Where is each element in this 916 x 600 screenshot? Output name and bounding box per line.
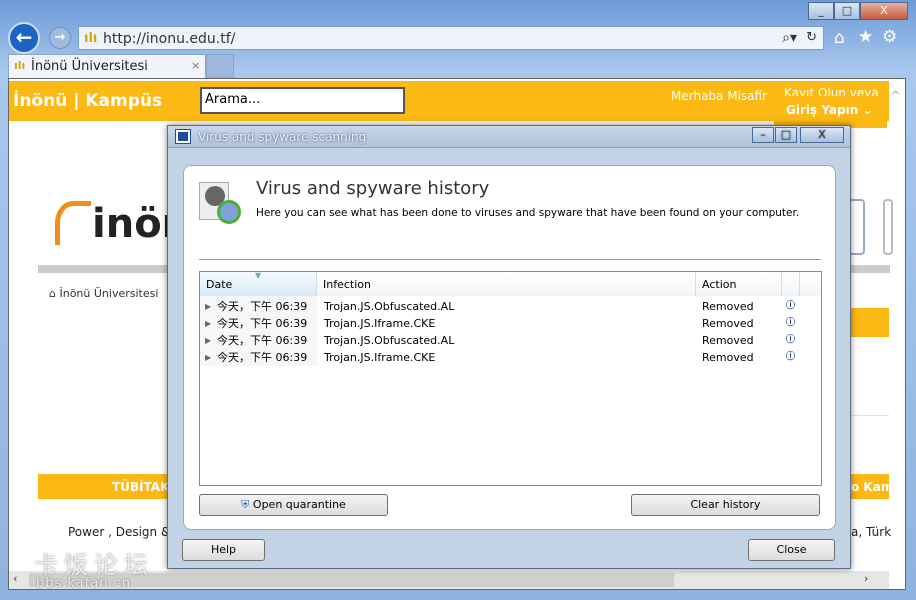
refresh-icon[interactable]: ↻ xyxy=(806,30,817,45)
search-input[interactable]: Arama... xyxy=(200,87,405,114)
expand-arrow-icon[interactable]: ▶ xyxy=(205,349,211,366)
row-action: Removed xyxy=(702,317,754,330)
greeting-text: Merhaba Misafir xyxy=(671,89,767,103)
history-panel: Virus and spyware history Here you can s… xyxy=(183,165,836,530)
info-icon[interactable]: ⓘ xyxy=(786,315,795,332)
row-date: 今天，下午 06:39 xyxy=(217,317,308,330)
forward-button[interactable]: → xyxy=(49,27,71,49)
column-date-label: Date xyxy=(206,278,233,291)
row-infection: Trojan.JS.Obfuscated.AL xyxy=(324,334,455,347)
login-button[interactable]: Giriş Yapın ⌄ xyxy=(774,96,887,128)
login-label: Giriş Yapın xyxy=(786,103,859,117)
history-row[interactable]: ▶ 今天，下午 06:39 Trojan.JS.Iframe.CKE Remov… xyxy=(200,349,820,366)
separator xyxy=(199,259,821,260)
footer-address: a, Türk xyxy=(851,525,891,539)
row-infection: Trojan.JS.Iframe.CKE xyxy=(324,351,436,364)
dialog-close-button[interactable]: X xyxy=(800,127,844,143)
scroll-right-arrow[interactable]: › xyxy=(864,572,868,585)
column-infection-label: Infection xyxy=(323,278,371,291)
dialog-description: Here you can see what has been done to v… xyxy=(256,207,800,219)
column-infection[interactable]: Infection xyxy=(317,272,696,296)
uac-shield-icon: ⛨ xyxy=(241,498,250,511)
dialog-heading: Virus and spyware history xyxy=(256,178,490,199)
clear-history-button[interactable]: Clear history xyxy=(631,494,820,516)
breadcrumb[interactable]: ⌂ İnönü Üniversitesi xyxy=(49,287,158,300)
address-bar[interactable]: ılı http://inonu.edu.tf/ ⌕▾ ↻ xyxy=(78,26,824,50)
history-row[interactable]: ▶ 今天，下午 06:39 Trojan.JS.Iframe.CKE Remov… xyxy=(200,315,820,332)
expand-arrow-icon[interactable]: ▶ xyxy=(205,298,211,315)
open-quarantine-button[interactable]: ⛨ Open quarantine xyxy=(199,494,388,516)
dialog-minimize-button[interactable]: – xyxy=(752,127,774,143)
row-date: 今天，下午 06:39 xyxy=(217,300,308,313)
site-favicon: ılı xyxy=(84,31,98,46)
row-action: Removed xyxy=(702,334,754,347)
column-action[interactable]: Action xyxy=(696,272,782,296)
right-icon-box xyxy=(883,199,893,255)
home-icon: ⌂ xyxy=(49,287,56,300)
virus-scanning-dialog: Virus and spyware scanning – □ X Virus a… xyxy=(167,125,851,569)
open-quarantine-label: Open quarantine xyxy=(252,498,346,511)
row-date: 今天，下午 06:39 xyxy=(217,351,308,364)
row-action: Removed xyxy=(702,351,754,364)
favorites-star-icon[interactable]: ★ xyxy=(858,27,873,47)
logo-swoosh xyxy=(55,201,91,245)
minimize-button[interactable]: _ xyxy=(808,2,834,20)
url-text: http://inonu.edu.tf/ xyxy=(103,31,236,47)
row-date: 今天，下午 06:39 xyxy=(217,334,308,347)
tab-title: İnönü Üniversitesi xyxy=(31,59,148,74)
right-divider xyxy=(851,415,889,416)
close-window-button[interactable]: X xyxy=(860,2,908,20)
info-icon[interactable]: ⓘ xyxy=(786,349,795,366)
dialog-maximize-button[interactable]: □ xyxy=(775,127,797,143)
tubitak-link[interactable]: TÜBİTAK xyxy=(112,480,169,494)
info-icon[interactable]: ⓘ xyxy=(786,332,795,349)
expand-arrow-icon[interactable]: ▶ xyxy=(205,332,211,349)
virus-history-icon xyxy=(197,180,243,226)
browser-tab[interactable]: ılı İnönü Üniversitesi × xyxy=(8,54,206,78)
home-icon[interactable]: ⌂ xyxy=(834,28,845,48)
footer-credits: Power , Design & xyxy=(68,525,171,539)
sort-arrow-icon: ▼ xyxy=(255,271,262,280)
gear-icon[interactable]: ⚙ xyxy=(882,27,897,47)
chevron-down-icon: ⌄ xyxy=(862,103,873,117)
dialog-titlebar[interactable]: Virus and spyware scanning – □ X xyxy=(168,126,850,148)
breadcrumb-label: İnönü Üniversitesi xyxy=(59,287,159,300)
column-action-label: Action xyxy=(702,278,737,291)
maximize-button[interactable]: □ xyxy=(834,2,860,20)
column-info[interactable] xyxy=(782,272,800,296)
new-tab-button[interactable] xyxy=(206,54,234,78)
close-button[interactable]: Close xyxy=(748,539,835,561)
row-infection: Trojan.JS.Obfuscated.AL xyxy=(324,300,455,313)
expand-arrow-icon[interactable]: ▶ xyxy=(205,315,211,332)
row-action: Removed xyxy=(702,300,754,313)
app-icon xyxy=(175,129,191,144)
scroll-up-arrow[interactable]: ^ xyxy=(891,89,900,102)
watermark-url: bbs.kafan.cn xyxy=(36,576,131,591)
site-brand[interactable]: İnönü | Kampüs xyxy=(13,91,162,111)
history-list[interactable]: Date ▼ Infection Action ▶ 今天，下午 06:39 Tro… xyxy=(199,271,822,486)
back-button[interactable]: ← xyxy=(8,22,40,54)
tab-close-icon[interactable]: × xyxy=(191,59,200,72)
scroll-left-arrow[interactable]: ‹ xyxy=(13,572,17,585)
right-banner xyxy=(851,308,889,337)
dialog-title: Virus and spyware scanning xyxy=(198,130,367,144)
right-banner-link[interactable]: o Kam xyxy=(851,480,893,494)
watermark-logo: 卡饭论坛 xyxy=(34,551,154,579)
column-date[interactable]: Date ▼ xyxy=(200,271,317,296)
row-infection: Trojan.JS.Iframe.CKE xyxy=(324,317,436,330)
tab-favicon: ılı xyxy=(14,59,26,72)
help-button[interactable]: Help xyxy=(182,539,265,561)
history-row[interactable]: ▶ 今天，下午 06:39 Trojan.JS.Obfuscated.AL Re… xyxy=(200,298,820,315)
history-row[interactable]: ▶ 今天，下午 06:39 Trojan.JS.Obfuscated.AL Re… xyxy=(200,332,820,349)
info-icon[interactable]: ⓘ xyxy=(786,298,795,315)
column-filler xyxy=(800,272,821,296)
search-icon[interactable]: ⌕▾ xyxy=(782,30,797,46)
